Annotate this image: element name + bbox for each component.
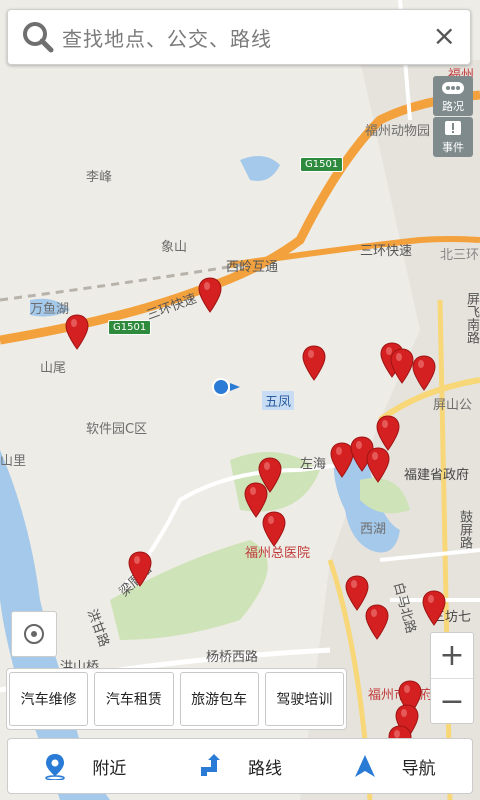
poi-pin-icon[interactable] [390, 348, 414, 384]
navigate-label: 导航 [401, 758, 436, 779]
traffic-button[interactable]: 路况 [433, 76, 473, 116]
category-tour-bus[interactable]: 旅游包车 [179, 672, 259, 726]
map-label-ruanjian: 软件园C区 [86, 422, 148, 437]
map-label-yangqiao: 杨桥西路 [206, 650, 259, 665]
poi-pin-icon[interactable] [302, 345, 326, 381]
map-label-wanyuhu: 万鱼湖 [30, 302, 70, 317]
bottom-nav: 附近 路线 导航 [7, 738, 473, 794]
highway-shield-g1501: G1501 [108, 320, 152, 335]
locate-button[interactable] [11, 611, 57, 657]
map-label-sanhuan-2: 三环快速 [360, 244, 413, 259]
close-icon[interactable]: × [433, 22, 456, 50]
nearby-pin-icon [45, 754, 66, 780]
map-label-gulou-rd: 鼓屏路 [457, 510, 472, 549]
map-label-pingfei: 屏飞南路 [464, 292, 479, 344]
events-button[interactable]: 事件 [433, 117, 473, 157]
poi-pin-icon[interactable] [65, 314, 89, 350]
nearby-label: 附近 [92, 758, 127, 779]
poi-pin-icon[interactable] [128, 551, 152, 587]
poi-pin-icon[interactable] [262, 511, 286, 547]
route-label: 路线 [248, 758, 282, 779]
map-label-xiangshan: 象山 [161, 240, 188, 255]
poi-pin-icon[interactable] [376, 415, 400, 451]
map-label-shanwei: 山尾 [40, 361, 67, 376]
poi-pin-icon[interactable] [365, 604, 389, 640]
category-driving-school[interactable]: 驾驶培训 [264, 672, 344, 726]
map-label-shanli: 山里 [0, 454, 27, 469]
navigate-arrow-icon [354, 755, 375, 777]
route-button[interactable]: 路线 [163, 739, 318, 793]
map-label-pingshan: 屏山公 [433, 398, 473, 413]
zoom-out-button[interactable]: − [431, 679, 473, 724]
map-label-fujian-gov: 福建省政府 [404, 468, 470, 483]
poi-pin-icon[interactable] [366, 447, 390, 483]
search-icon [23, 22, 54, 53]
traffic-icon [442, 82, 464, 94]
category-car-rental[interactable]: 汽车租赁 [94, 672, 174, 726]
navigate-button[interactable]: 导航 [317, 739, 472, 793]
map-label-zuohai: 左海 [300, 457, 327, 472]
events-label: 事件 [442, 141, 464, 154]
search-bar[interactable]: 查找地点、公交、路线 × [7, 9, 471, 65]
map-label-lifeng: 李峰 [86, 170, 113, 185]
traffic-label: 路况 [442, 100, 464, 113]
poi-pin-icon[interactable] [412, 355, 436, 391]
current-location-icon [212, 378, 240, 396]
map-label-beisanhuan: 北三环 [440, 248, 480, 263]
route-icon [201, 754, 220, 776]
map-label-zoo: 福州动物园 [365, 124, 431, 139]
poi-pin-icon[interactable] [422, 590, 446, 626]
map-label-xihu: 西湖 [360, 522, 387, 537]
category-bar: 汽车维修 汽车租赁 旅游包车 驾驶培训 [6, 668, 347, 730]
nearby-button[interactable]: 附近 [8, 739, 163, 793]
map-label-xiling: 西岭互通 [226, 260, 279, 275]
category-car-repair[interactable]: 汽车维修 [9, 672, 89, 726]
poi-pin-icon[interactable] [198, 277, 222, 313]
search-input[interactable]: 查找地点、公交、路线 [62, 23, 272, 52]
alert-icon [445, 121, 461, 135]
map-label-wufeng: 五凤 [262, 391, 295, 410]
zoom-in-button[interactable]: + [431, 633, 473, 679]
zoom-control[interactable]: + − [430, 632, 474, 724]
highway-shield-g1501: G1501 [300, 157, 344, 172]
locate-icon [24, 624, 44, 644]
